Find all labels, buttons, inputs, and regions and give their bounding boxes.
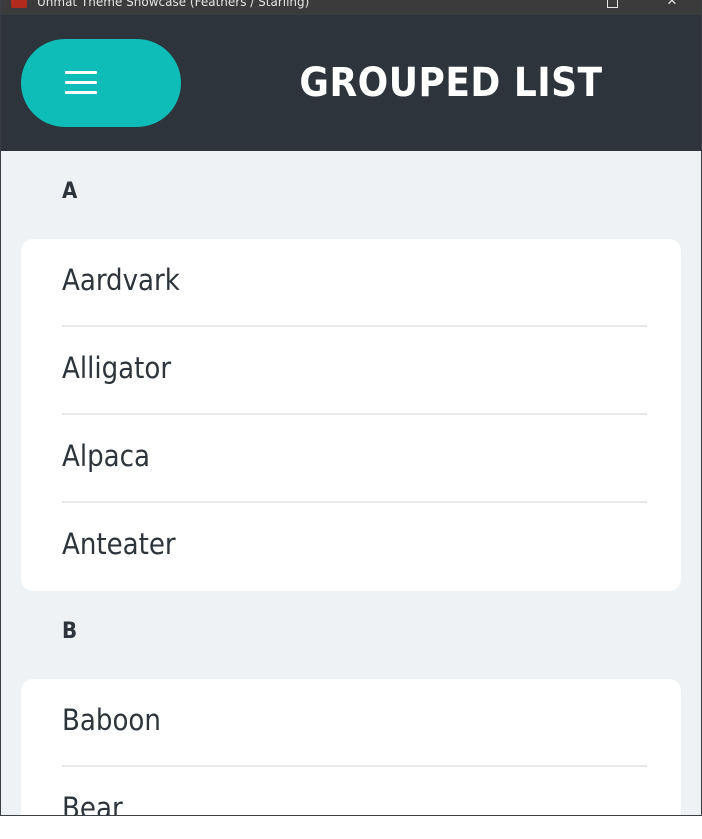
maximize-button[interactable] [589,0,635,15]
group-label: B [62,619,78,644]
list-item-label: Alpaca [62,439,150,473]
close-icon: ✕ [666,0,678,9]
app-window: Unmat Theme Showcase (Feathers / Starlin… [0,0,702,816]
list-item[interactable]: Alligator [21,327,681,415]
app-icon [11,0,27,8]
list-item[interactable]: Baboon [21,679,681,767]
list-item-label: Baboon [62,703,161,737]
list-item[interactable]: Bear [21,767,681,816]
window-title: Unmat Theme Showcase (Feathers / Starlin… [37,0,310,9]
close-button[interactable]: ✕ [649,0,695,15]
hamburger-icon [65,71,97,95]
group-label: A [62,179,78,204]
group-card-a: Aardvark Alligator Alpaca Anteater [21,239,681,591]
page-title: GROUPED LIST [299,60,603,106]
list-item-label: Bear [62,791,123,816]
grouped-list[interactable]: A Aardvark Alligator Alpaca Anteater B B… [1,151,701,816]
menu-button[interactable] [21,39,181,127]
list-item-label: Aardvark [62,263,180,297]
app-header: GROUPED LIST [1,15,701,151]
window-titlebar[interactable]: Unmat Theme Showcase (Feathers / Starlin… [1,0,701,15]
list-item[interactable]: Alpaca [21,415,681,503]
group-header-a: A [1,151,701,239]
group-card-b: Baboon Bear [21,679,681,816]
list-item[interactable]: Anteater [21,503,681,591]
maximize-icon [606,0,618,8]
list-item[interactable]: Aardvark [21,239,681,327]
list-item-label: Alligator [62,351,172,385]
list-item-label: Anteater [62,527,176,561]
group-header-b: B [1,591,701,679]
